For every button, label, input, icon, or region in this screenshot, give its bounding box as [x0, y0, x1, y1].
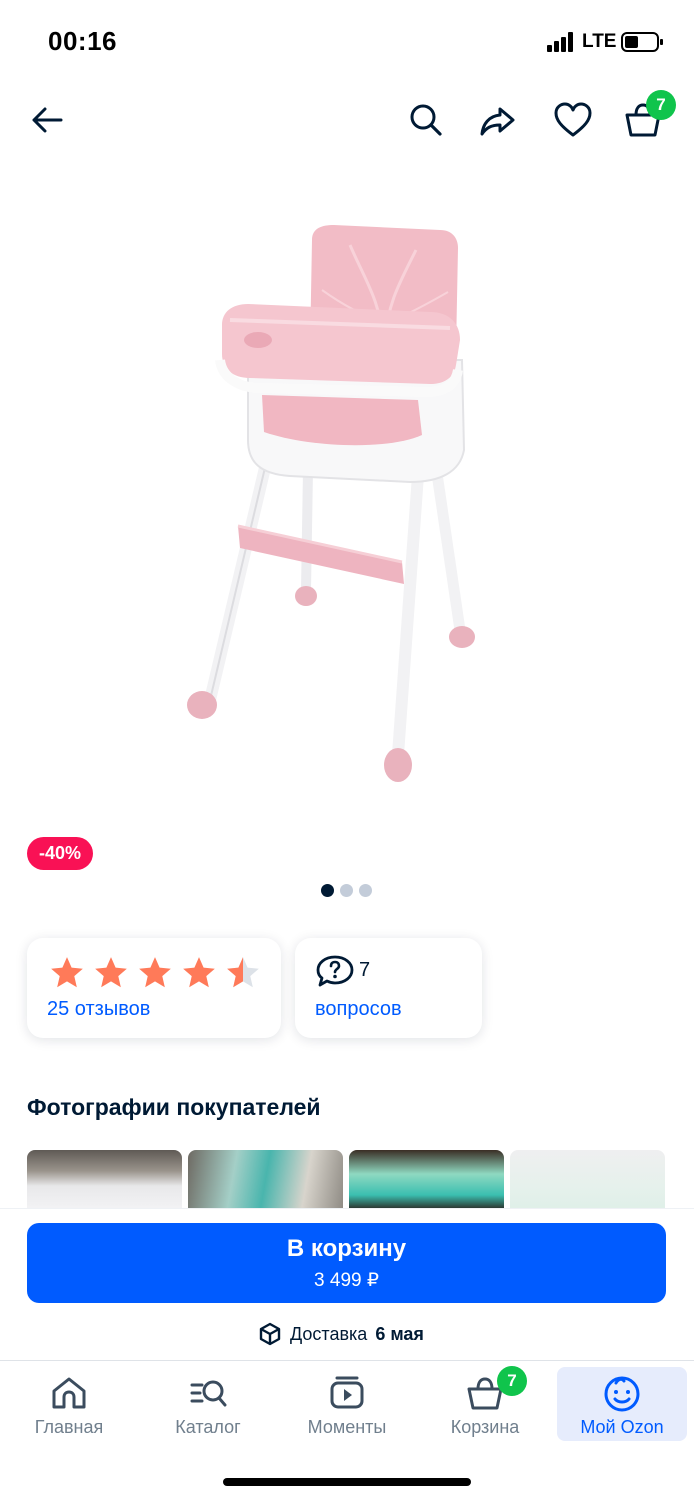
gallery-dot[interactable]: [340, 884, 353, 897]
reviews-link[interactable]: 25 отзывов: [47, 998, 150, 1021]
network-label: LTE: [582, 31, 617, 52]
heart-icon: [554, 102, 592, 137]
gallery-dot[interactable]: [359, 884, 372, 897]
questions-count: 7: [359, 959, 371, 981]
tab-cart[interactable]: Корзина: [420, 1367, 550, 1441]
box-icon: [259, 1322, 281, 1346]
search-icon: [410, 104, 442, 136]
delivery-date: 6 мая: [375, 1323, 424, 1344]
tab-home[interactable]: Главная: [4, 1367, 134, 1441]
search-button[interactable]: [398, 90, 454, 150]
status-time: 00:16: [48, 26, 117, 56]
star-icon: [139, 957, 171, 988]
signal-icon: [547, 32, 573, 52]
product-image[interactable]: [150, 200, 550, 820]
home-icon: [52, 1377, 86, 1409]
star-icon: [95, 957, 127, 988]
battery-icon: [621, 32, 663, 52]
back-arrow-icon: [32, 107, 63, 133]
tab-moments-label: Моменты: [307, 1417, 387, 1437]
rating-card[interactable]: 25 отзывов: [27, 938, 281, 1038]
star-icon: [51, 957, 83, 988]
rating-stars: [47, 954, 263, 992]
tab-my-ozon-label: Мой Ozon: [580, 1417, 664, 1437]
moments-icon: [330, 1376, 364, 1409]
share-button[interactable]: [470, 90, 526, 150]
add-to-cart-button[interactable]: В корзину 3 499 ₽: [27, 1223, 666, 1303]
status-bar: 00:16 LTE: [0, 0, 694, 80]
tab-home-label: Главная: [34, 1417, 104, 1437]
tab-catalog-label: Каталог: [175, 1417, 241, 1437]
catalog-icon: [190, 1380, 227, 1407]
add-to-cart-label: В корзину: [286, 1235, 407, 1262]
product-header: [0, 90, 694, 150]
star-icon: [183, 957, 215, 988]
back-button[interactable]: [19, 90, 75, 150]
tab-moments[interactable]: Моменты: [282, 1367, 412, 1441]
questions-card[interactable]: 7 вопросов: [295, 938, 482, 1038]
customer-photo[interactable]: [349, 1150, 504, 1210]
customer-photo[interactable]: [188, 1150, 343, 1210]
customer-photo[interactable]: [27, 1150, 182, 1210]
question-bubble-icon: [316, 955, 354, 987]
half-star-icon: [227, 957, 259, 988]
questions-link[interactable]: вопросов: [315, 998, 402, 1021]
tab-cart-badge: 7: [497, 1366, 527, 1396]
gallery-dot[interactable]: [321, 884, 334, 897]
tab-cart-label: Корзина: [450, 1417, 520, 1437]
tab-catalog[interactable]: Каталог: [143, 1367, 273, 1441]
delivery-prefix: Доставка: [290, 1323, 368, 1344]
favorite-button[interactable]: [545, 90, 601, 150]
discount-badge: -40%: [27, 837, 94, 870]
home-indicator: [223, 1478, 471, 1486]
customer-photos-title: Фотографии покупателей: [27, 1094, 321, 1120]
customer-photos-carousel[interactable]: [27, 1150, 665, 1210]
product-price: 3 499 ₽: [314, 1270, 379, 1291]
tab-my-ozon[interactable]: Мой Ozon: [557, 1367, 687, 1441]
smiley-icon: [604, 1376, 640, 1412]
cart-count-badge: 7: [646, 90, 676, 120]
share-icon: [480, 107, 515, 136]
high-chair-illustration: [187, 225, 475, 782]
customer-photo[interactable]: [510, 1150, 665, 1210]
delivery-info: Доставка 6 мая: [258, 1322, 424, 1346]
gallery-pagination[interactable]: [321, 884, 372, 897]
